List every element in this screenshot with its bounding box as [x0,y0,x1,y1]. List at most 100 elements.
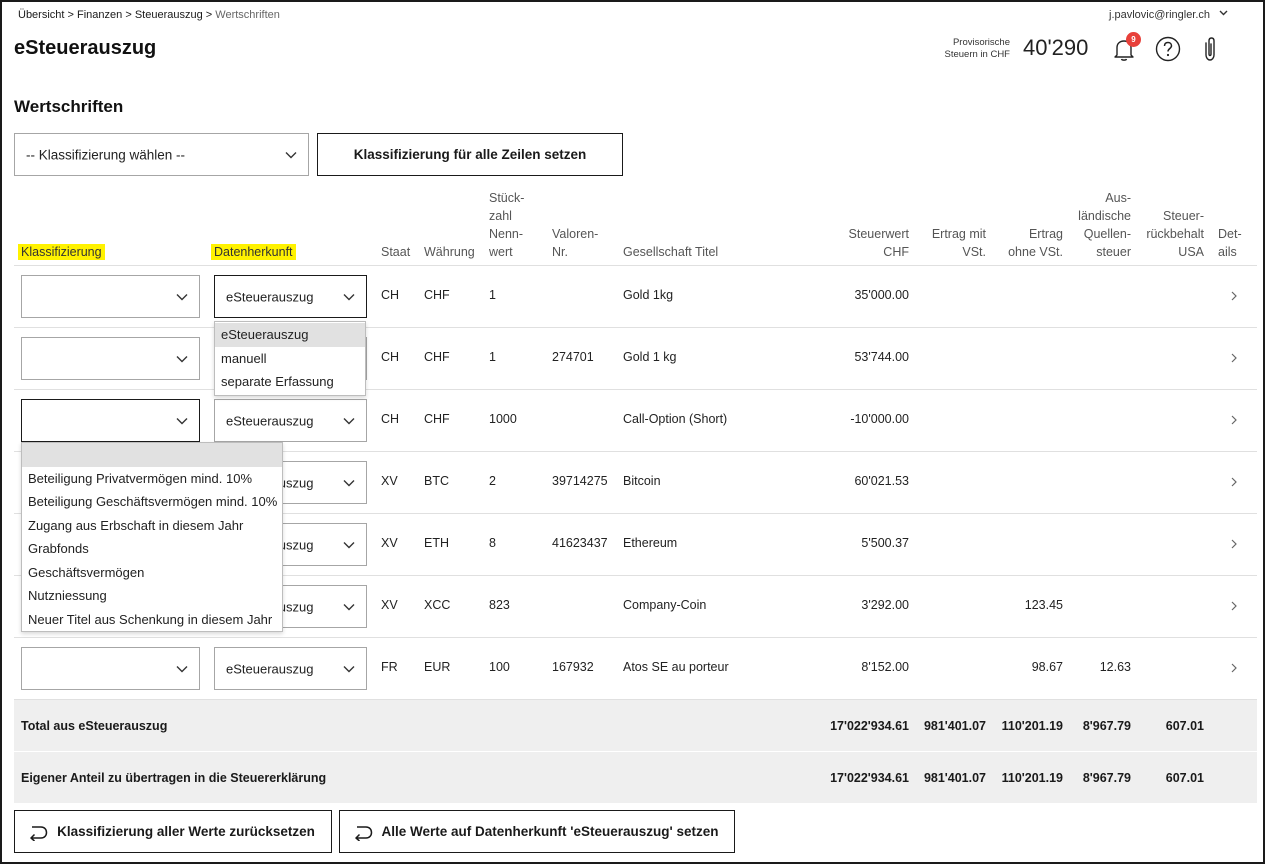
breadcrumb-separator: > [122,9,135,21]
dropdown-option[interactable]: Beteiligung Privatvermögen mind. 10% [22,467,282,491]
cell-steuerwert: -10'000.00 [850,412,909,426]
cell-stueckzahl: 1 [489,288,496,302]
dropdown-option[interactable]: Nutzniessung [22,584,282,608]
chevron-down-icon [1219,10,1228,16]
provisional-taxes-value: 40'290 [1023,35,1089,60]
chevron-right-icon[interactable] [1229,415,1239,425]
header-line: zahl [489,209,512,223]
chevron-right-icon[interactable] [1229,663,1239,673]
total-label: Eigener Anteil zu übertragen in die Steu… [21,770,327,785]
col-header-stueckzahl: Stück- zahl Nenn- wert [489,189,524,261]
cell-waehrung: XCC [424,598,451,612]
cell-steuerwert: 60'021.53 [854,474,909,488]
chevron-right-icon[interactable] [1229,601,1239,611]
cell-stueckzahl: 823 [489,598,510,612]
dropdown-option[interactable]: Beteiligung Geschäftsvermögen mind. 10% [22,490,282,514]
cell-ertrag-ohne: 123.45 [1024,598,1063,612]
bulk-classification-select[interactable]: -- Klassifizierung wählen -- [14,133,309,176]
header-line: VSt. [962,245,986,259]
klassifizierung-select[interactable] [21,647,200,690]
breadcrumb-finanzen[interactable]: Finanzen [77,9,122,21]
cell-stueckzahl: 8 [489,536,496,550]
chevron-down-icon [176,293,188,300]
header-line: wert [489,245,513,259]
chevron-right-icon[interactable] [1229,477,1239,487]
dropdown-option[interactable]: Grabfonds [22,537,282,561]
klassifizierung-select[interactable] [21,399,200,442]
cell-stueckzahl: 100 [489,660,510,674]
total-row: Eigener Anteil zu übertragen in die Steu… [14,752,1257,803]
total-ertrag-mit: 981'401.07 [923,718,986,733]
datenherkunft-select[interactable]: eSteuerauszug [214,275,367,318]
col-header-datenherkunft[interactable]: Datenherkunft [211,243,296,261]
cell-steuerwert: 8'152.00 [861,660,909,674]
section-title: Wertschriften [14,97,124,116]
klassifizierung-select[interactable] [21,275,200,318]
dropdown-option[interactable]: eSteuerauszug [215,323,365,347]
dropdown-option[interactable]: manuell [215,347,365,371]
restore-datenherkunft-button[interactable]: Alle Werte auf Datenherkunft 'eSteueraus… [339,810,735,853]
chevron-down-icon [343,541,355,548]
header-line: Steuerwert [848,227,909,241]
cell-staat: XV [381,536,398,550]
col-header-gesellschaft: Gesellschaft Titel [623,245,719,259]
col-header-staat: Staat [381,245,411,259]
cell-waehrung: CHF [424,288,450,302]
total-rueckbehalt: 607.01 [1165,718,1204,733]
datenherkunft-value: eSteuerauszug [226,661,314,676]
row-divider [14,637,1257,638]
dropdown-option[interactable]: Neuer Titel aus Schenkung in diesem Jahr [22,608,282,632]
reset-classification-button[interactable]: Klassifizierung aller Werte zurücksetzen [14,810,332,853]
breadcrumb-separator: > [202,9,216,21]
user-menu[interactable]: j.pavlovic@ringler.ch [1109,9,1228,21]
cell-stueckzahl: 2 [489,474,496,488]
breadcrumb-steuerauszug[interactable]: Steuerauszug [135,9,203,21]
chevron-down-icon [176,665,188,672]
row-divider [14,389,1257,390]
chevron-right-icon[interactable] [1229,291,1239,301]
cell-stueckzahl: 1 [489,350,496,364]
datenherkunft-value: eSteuerauszug [226,289,314,304]
header-line: Steuer- [1163,209,1204,223]
datenherkunft-select[interactable]: eSteuerauszug [214,647,367,690]
chevron-right-icon[interactable] [1229,539,1239,549]
header-line: steuer [1096,245,1131,259]
total-row: Total aus eSteuerauszug 17'022'934.61 98… [14,700,1257,751]
cell-gesellschaft: Company-Coin [623,598,707,612]
breadcrumb-separator: > [64,9,78,21]
dropdown-option[interactable]: Geschäftsvermögen [22,561,282,585]
header-line: Quellen- [1083,227,1131,241]
col-header-ertrag-mit: Ertrag mit VSt. [916,225,986,261]
klassifizierung-header-label: Klassifizierung [18,244,105,260]
header-line: ails [1218,245,1237,259]
cell-waehrung: BTC [424,474,449,488]
cell-staat: XV [381,598,398,612]
datenherkunft-header-label: Datenherkunft [211,244,296,260]
header-line: Ertrag [1028,227,1063,241]
chevron-down-icon [176,417,188,424]
breadcrumb: Übersicht > Finanzen > Steuerauszug > We… [18,9,280,21]
cell-steuerwert: 35'000.00 [854,288,909,302]
col-header-klassifizierung[interactable]: Klassifizierung [18,243,105,261]
total-ertrag-mit: 981'401.07 [923,770,986,785]
undo-arrow-icon [30,826,48,841]
datenherkunft-select[interactable]: eSteuerauszug [214,399,367,442]
chevron-right-icon[interactable] [1229,353,1239,363]
attachment-icon[interactable] [1197,36,1223,62]
total-auslaendisch: 8'967.79 [1082,770,1131,785]
row-divider [14,327,1257,328]
undo-arrow-icon [355,826,373,841]
breadcrumb-uebersicht[interactable]: Übersicht [18,9,64,21]
apply-classification-all-button[interactable]: Klassifizierung für alle Zeilen setzen [317,133,623,176]
col-header-valoren: Valoren- Nr. [552,225,598,261]
cell-waehrung: CHF [424,412,450,426]
dropdown-option[interactable]: Zugang aus Erbschaft in diesem Jahr [22,514,282,538]
dropdown-option[interactable]: separate Erfassung [215,370,365,394]
total-rueckbehalt: 607.01 [1165,770,1204,785]
dropdown-option[interactable] [22,443,282,467]
klassifizierung-select[interactable] [21,337,200,380]
bulk-select-value: -- Klassifizierung wählen -- [26,147,186,162]
chevron-down-icon [343,603,355,610]
help-icon[interactable] [1155,36,1181,62]
header-line: Det- [1218,227,1242,241]
